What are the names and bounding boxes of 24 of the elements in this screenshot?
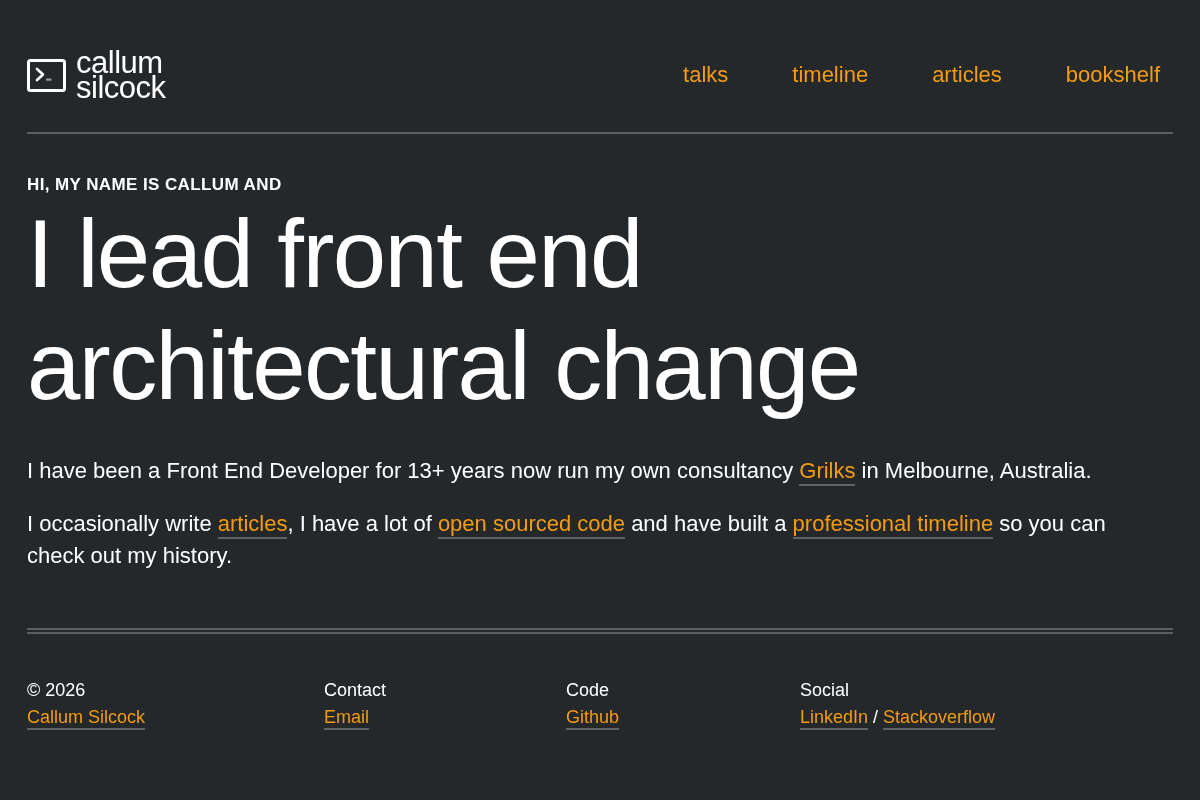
nav-link[interactable]: timeline	[792, 62, 869, 88]
footer-heading: Social	[800, 679, 850, 701]
intro-eyebrow: HI, MY NAME IS CALLUM AND	[27, 174, 283, 196]
intro-paragraph: I have been a Front End Developer for 13+ years now run my own consultancy Grilks in Melbourne, Australia.	[27, 455, 1147, 487]
footer-heading: Code	[566, 679, 610, 701]
nav-link[interactable]: bookshelf	[1065, 62, 1160, 88]
hero-headline: I lead front end architectural change	[27, 199, 861, 421]
inline-link[interactable]: open sourced code	[437, 511, 625, 539]
footer-heading: Contact	[324, 679, 387, 701]
footer-link[interactable]: Github	[566, 706, 620, 730]
inline-link[interactable]: professional timeline	[792, 511, 994, 539]
inline-link[interactable]: Grilks	[799, 458, 856, 486]
inline-link[interactable]: articles	[217, 511, 288, 539]
footer-link[interactable]: LinkedIn	[800, 706, 869, 730]
footer-heading: © 2026	[27, 679, 86, 701]
footer-link[interactable]: Callum Silcock	[27, 706, 146, 730]
nav-link[interactable]: talks	[683, 62, 729, 88]
terminal-logo-icon	[27, 58, 66, 92]
site-logo-text[interactable]: callum silcock	[76, 50, 166, 100]
separator-text: /	[873, 706, 879, 728]
footer-link[interactable]: Stackoverflow	[883, 706, 996, 730]
footer-link[interactable]: Email	[324, 706, 369, 730]
intro-paragraph: I occasionally write articles, I have a lot of open sourced code and have built a professional timeline so you can check out my history.	[27, 510, 1107, 570]
nav-link[interactable]: articles	[932, 62, 1002, 88]
